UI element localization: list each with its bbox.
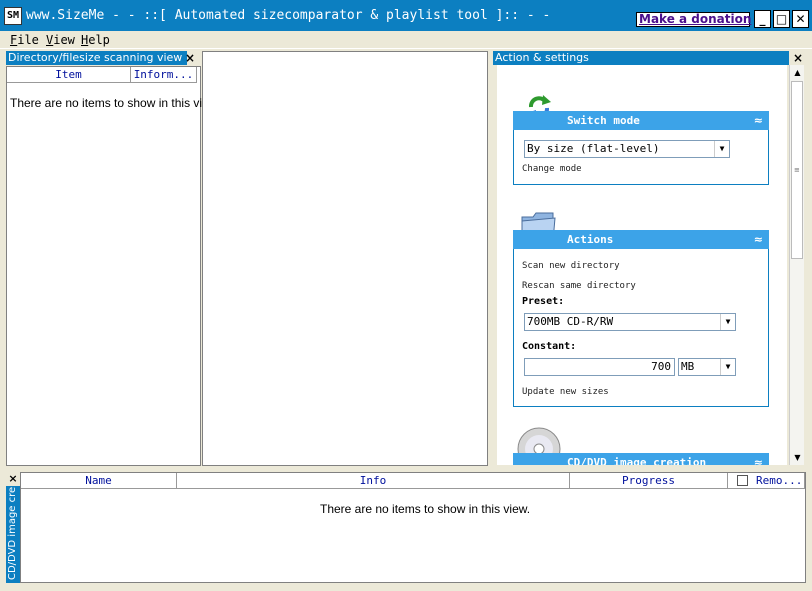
empty-list-message: There are no items to show in this view. xyxy=(10,96,221,110)
mode-select[interactable]: By size (flat-level) ▼ xyxy=(524,140,730,158)
scroll-thumb[interactable]: ≡ xyxy=(791,81,803,259)
collapse-chevron-icon[interactable]: ≈ xyxy=(754,453,763,465)
scan-directory-link[interactable]: Scan new directory xyxy=(522,261,620,271)
switch-mode-group: By size (flat-level) ▼ Change mode xyxy=(513,130,769,185)
preset-label: Preset: xyxy=(522,296,565,307)
menu-help[interactable]: Help xyxy=(81,33,110,47)
panel-title: Directory/filesize scanning view xyxy=(6,51,187,65)
collapse-chevron-icon[interactable]: ≈ xyxy=(754,230,763,249)
menu-file[interactable]: File xyxy=(10,33,39,47)
vertical-scrollbar[interactable]: ▲ ≡ ▼ xyxy=(789,65,804,465)
column-header-item[interactable]: Item xyxy=(7,67,131,83)
update-sizes-link[interactable]: Update new sizes xyxy=(522,387,609,397)
menu-bar: File View Help xyxy=(0,31,812,49)
actions-header[interactable]: Actions ≈ xyxy=(513,230,769,249)
panel-title: Action & settings xyxy=(493,51,789,65)
chevron-down-icon[interactable]: ▼ xyxy=(720,314,735,330)
change-mode-link[interactable]: Change mode xyxy=(522,164,582,174)
preset-select[interactable]: 700MB CD-R/RW ▼ xyxy=(524,313,736,331)
column-header-name[interactable]: Name xyxy=(21,473,177,489)
minimize-button[interactable]: _ xyxy=(754,10,771,28)
task-pane: Switch mode ≈ By size (flat-level) ▼ Cha… xyxy=(497,65,787,465)
select-all-checkbox[interactable] xyxy=(737,475,748,486)
close-panel-button[interactable]: × xyxy=(791,51,805,65)
donate-link[interactable]: Make a donation xyxy=(636,12,751,27)
scroll-up-icon[interactable]: ▲ xyxy=(790,65,805,80)
app-icon: SM xyxy=(4,7,22,25)
close-panel-button[interactable]: × xyxy=(183,51,197,65)
constant-label: Constant: xyxy=(522,341,577,352)
content-area xyxy=(202,51,488,466)
empty-list-message: There are no items to show in this view. xyxy=(320,502,531,516)
title-bar: SM www.SizeMe - - ::[ Automated sizecomp… xyxy=(0,0,812,31)
side-tab[interactable]: × CD/DVD image cre... xyxy=(6,472,20,583)
collapse-chevron-icon[interactable]: ≈ xyxy=(754,111,763,130)
maximize-button[interactable]: □ xyxy=(773,10,790,28)
scroll-down-icon[interactable]: ▼ xyxy=(790,450,805,465)
menu-view[interactable]: View xyxy=(46,33,75,47)
rescan-directory-link[interactable]: Rescan same directory xyxy=(522,281,636,291)
window-title: www.SizeMe - - ::[ Automated sizecompara… xyxy=(26,8,551,23)
switch-mode-header[interactable]: Switch mode ≈ xyxy=(513,111,769,130)
directory-list[interactable]: Item Inform... There are no items to sho… xyxy=(6,66,220,466)
chevron-down-icon[interactable]: ▼ xyxy=(720,359,735,375)
side-tab-label: CD/DVD image cre... xyxy=(7,486,18,580)
cd-dvd-image-panel: × CD/DVD image cre... Name Info Progress… xyxy=(6,472,806,583)
chevron-down-icon[interactable]: ▼ xyxy=(714,141,729,157)
close-panel-button[interactable]: × xyxy=(6,472,20,486)
constant-input[interactable]: 700 xyxy=(524,358,675,376)
cd-dvd-header[interactable]: CD/DVD image creation ≈ xyxy=(513,453,769,465)
image-creation-list[interactable]: Name Info Progress Remo... There are no … xyxy=(20,472,806,583)
column-header-info[interactable]: Info xyxy=(177,473,570,489)
close-window-button[interactable]: ✕ xyxy=(792,10,809,28)
action-settings-panel: Action & settings × Switch mode ≈ By siz… xyxy=(493,51,806,466)
directory-scan-panel: Directory/filesize scanning view × Item … xyxy=(6,51,220,466)
grip-icon: ≡ xyxy=(794,166,800,174)
column-header-information[interactable]: Inform... xyxy=(131,67,197,83)
actions-group: Scan new directory Rescan same directory… xyxy=(513,249,769,407)
column-header-progress[interactable]: Progress xyxy=(570,473,728,489)
unit-select[interactable]: MB ▼ xyxy=(678,358,736,376)
